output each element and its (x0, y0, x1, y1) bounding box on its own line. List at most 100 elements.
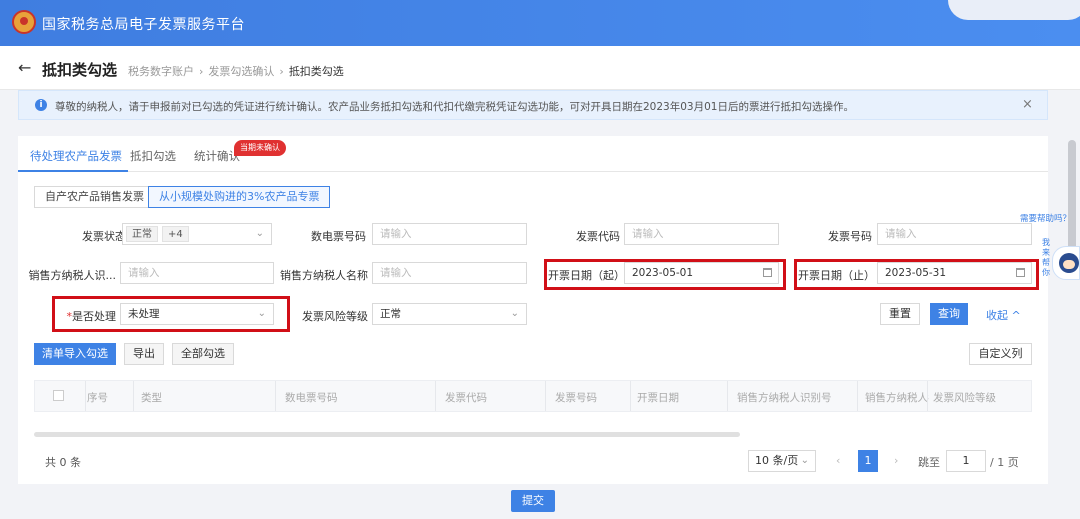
date-end-picker[interactable]: 2023-05-31 (877, 262, 1032, 284)
seller-name-input[interactable]: 请输入 (372, 262, 527, 284)
select-all-checkbox[interactable] (53, 390, 64, 401)
risk-level-select[interactable]: 正常 ⌄ (372, 303, 527, 325)
column-divider (927, 381, 928, 411)
date-end-value: 2023-05-31 (885, 267, 947, 279)
total-count: 共 0 条 (45, 456, 81, 469)
seller-tax-id-input[interactable]: 请输入 (120, 262, 274, 284)
table-header: 序号 类型 数电票号码 发票代码 发票号码 开票日期 销售方纳税人识别号 销售方… (34, 380, 1032, 412)
breadcrumb-item-current: 抵扣类勾选 (288, 65, 344, 78)
breadcrumb-item-invoice-check[interactable]: 发票勾选确认 (208, 65, 274, 78)
reset-button[interactable]: 重置 (880, 303, 920, 325)
breadcrumb-item-digital-account[interactable]: 税务数字账户 (128, 65, 194, 78)
e-invoice-no-input[interactable]: 请输入 (372, 223, 527, 245)
column-divider (133, 381, 134, 411)
back-arrow-icon[interactable]: ← (18, 58, 31, 77)
list-import-check-button[interactable]: 清单导入勾选 (34, 343, 116, 365)
column-header-invoice-code: 发票代码 (445, 392, 487, 404)
help-side-text: 我来帮你 (1042, 238, 1050, 277)
invoice-code-label: 发票代码 (576, 230, 620, 243)
status-tag-more: +4 (162, 226, 189, 242)
tab-bar: 待处理农产品发票 抵扣勾选 统计确认 当期未确认 (18, 136, 1048, 172)
column-header-type: 类型 (141, 392, 162, 404)
tax-emblem-logo (12, 10, 36, 34)
invoice-no-input[interactable]: 请输入 (877, 223, 1032, 245)
horizontal-scrollbar[interactable] (34, 432, 740, 437)
date-start-value: 2023-05-01 (632, 267, 694, 279)
column-divider (630, 381, 631, 411)
column-header-issue-date: 开票日期 (637, 392, 679, 404)
seller-tax-id-label: 销售方纳税人识... (28, 269, 117, 282)
processed-label-text: 是否处理 (72, 310, 116, 323)
subtab-self-produced-agri[interactable]: 自产农产品销售发票 (34, 186, 155, 208)
vertical-scrollbar[interactable] (1068, 140, 1076, 260)
tab-pending-agri-invoices[interactable]: 待处理农产品发票 (30, 148, 122, 164)
breadcrumb-separator: › (279, 65, 284, 78)
prev-page-icon[interactable]: ‹ (836, 454, 840, 467)
app-title: 国家税务总局电子发票服务平台 (42, 17, 245, 33)
page-number-1[interactable]: 1 (858, 450, 878, 472)
user-area[interactable] (948, 0, 1080, 20)
page-size-value: 10 条/页 (755, 454, 799, 467)
column-divider (727, 381, 728, 411)
collapse-link[interactable]: 收起 ^ (986, 307, 1021, 323)
close-icon[interactable]: × (1022, 97, 1033, 112)
info-icon: i (35, 99, 47, 111)
next-page-icon[interactable]: › (894, 454, 898, 467)
risk-level-label: 发票风险等级 (302, 310, 368, 323)
export-button[interactable]: 导出 (124, 343, 164, 365)
column-header-invoice-no: 发票号码 (555, 392, 597, 404)
processed-label: *是否处理 (64, 308, 117, 324)
calendar-icon (763, 268, 772, 277)
breadcrumb: 税务数字账户 › 发票勾选确认 › 抵扣类勾选 (128, 63, 344, 79)
processed-value: 未处理 (128, 308, 160, 320)
e-invoice-no-label: 数电票号码 (311, 230, 366, 243)
column-header-risk-level: 发票风险等级 (933, 392, 996, 404)
column-header-seller-tax-id: 销售方纳税人识别号 (737, 392, 832, 404)
unconfirmed-badge: 当期未确认 (234, 140, 286, 156)
chevron-down-icon: ⌄ (257, 308, 266, 319)
notice-text: 尊敬的纳税人，请于申报前对已勾选的凭证进行统计确认。农产品业务抵扣勾选和代扣代缴… (55, 101, 854, 113)
page-count: / 1 页 (990, 456, 1019, 469)
assistant-face-icon (1059, 253, 1079, 273)
page-size-select[interactable]: 10 条/页 ⌄ (748, 450, 816, 472)
column-divider (545, 381, 546, 411)
submit-button[interactable]: 提交 (511, 490, 555, 512)
column-header-index: 序号 (87, 392, 108, 404)
main-card: 待处理农产品发票 抵扣勾选 统计确认 当期未确认 自产农产品销售发票 从小规模处… (18, 136, 1048, 484)
breadcrumb-separator: › (199, 65, 204, 78)
risk-level-value: 正常 (380, 308, 401, 320)
page-header: ← 抵扣类勾选 税务数字账户 › 发票勾选确认 › 抵扣类勾选 (0, 46, 1080, 90)
notice-banner: i 尊敬的纳税人，请于申报前对已勾选的凭证进行统计确认。农产品业务抵扣勾选和代扣… (18, 90, 1048, 120)
page-title: 抵扣类勾选 (42, 61, 118, 79)
help-prompt[interactable]: 需要帮助吗？ (1020, 212, 1071, 224)
chevron-down-icon: ⌄ (510, 308, 519, 319)
column-divider (275, 381, 276, 411)
chevron-down-icon: ⌄ (255, 228, 264, 239)
column-divider (435, 381, 436, 411)
invoice-code-input[interactable]: 请输入 (624, 223, 779, 245)
custom-columns-button[interactable]: 自定义列 (969, 343, 1032, 365)
column-header-e-invoice-no: 数电票号码 (285, 392, 338, 404)
jump-page-input[interactable]: 1 (946, 450, 986, 472)
top-bar: 国家税务总局电子发票服务平台 (0, 0, 1080, 46)
calendar-icon (1016, 268, 1025, 277)
processed-select[interactable]: 未处理 ⌄ (120, 303, 274, 325)
select-all-button[interactable]: 全部勾选 (172, 343, 234, 365)
status-tag-normal: 正常 (126, 226, 158, 242)
tab-deduction-check[interactable]: 抵扣勾选 (130, 148, 176, 164)
date-end-label: 开票日期（止） (798, 269, 875, 282)
date-start-label: 开票日期（起） (548, 269, 625, 282)
jump-to-label: 跳至 (918, 456, 940, 469)
active-tab-indicator (18, 170, 128, 172)
subtab-small-scale-3pct[interactable]: 从小规模处购进的3%农产品专票 (148, 186, 331, 208)
date-start-picker[interactable]: 2023-05-01 (624, 262, 779, 284)
seller-name-label: 销售方纳税人名称 (280, 269, 368, 282)
column-divider (85, 381, 86, 411)
column-header-seller-name: 销售方纳税人名 (865, 392, 929, 404)
invoice-status-label: 发票状态 (82, 230, 126, 243)
column-divider (857, 381, 858, 411)
assistant-avatar[interactable] (1052, 246, 1080, 280)
invoice-status-select[interactable]: 正常 +4 ⌄ (122, 223, 272, 245)
chevron-down-icon: ⌄ (800, 455, 809, 466)
query-button[interactable]: 查询 (930, 303, 968, 325)
